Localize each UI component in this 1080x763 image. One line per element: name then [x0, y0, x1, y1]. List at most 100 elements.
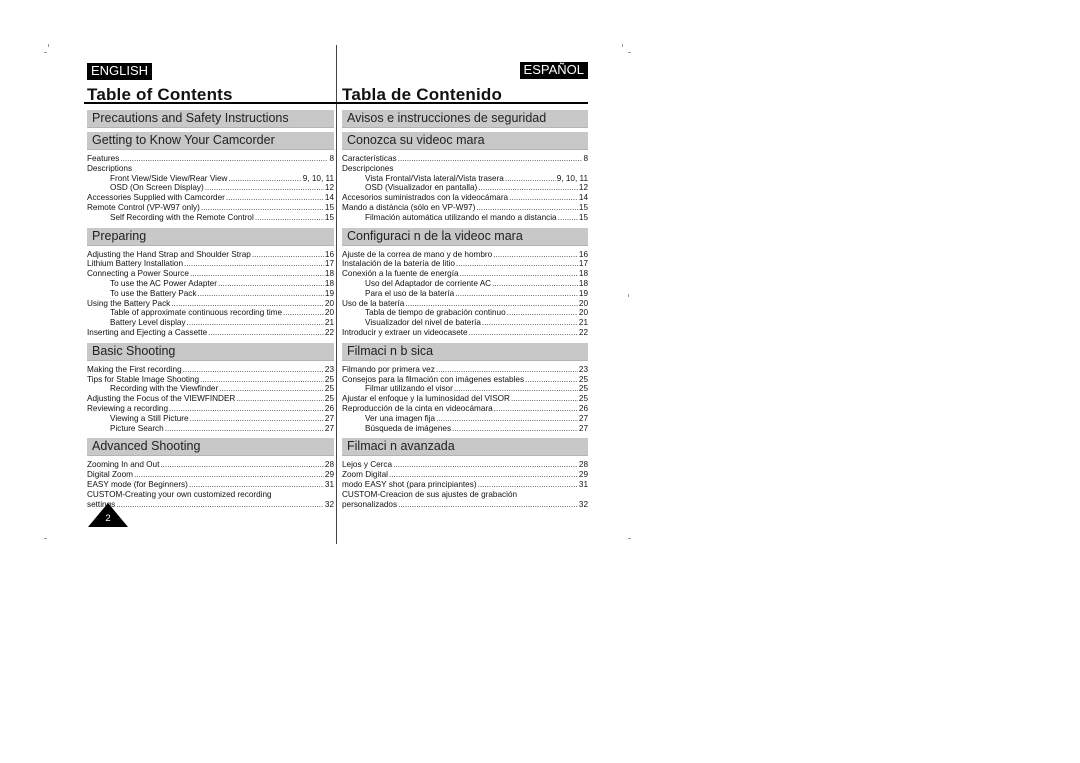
- dot-leader: [525, 375, 578, 385]
- column-divider: [336, 45, 337, 544]
- toc-entry[interactable]: CUSTOM-Creating your own customized reco…: [87, 490, 334, 500]
- toc-entry[interactable]: Uso de la batería 20: [342, 299, 588, 309]
- entry-page-number: 22: [578, 327, 588, 337]
- toc-entry[interactable]: Consejos para la filmación con imágenes …: [342, 375, 588, 385]
- section-heading[interactable]: Getting to Know Your Camcorder: [87, 132, 334, 150]
- toc-entry[interactable]: Ajustar el enfoque y la luminosidad del …: [342, 394, 588, 404]
- crop-mark: [628, 52, 631, 53]
- dot-leader: [190, 269, 324, 279]
- entry-label: Table of approximate continuous recordin…: [110, 308, 283, 318]
- toc-entry[interactable]: Using the Battery Pack 20: [87, 299, 334, 309]
- entry-page-number: 25: [324, 384, 334, 394]
- toc-entry[interactable]: personalizados 32: [342, 500, 588, 510]
- toc-entry[interactable]: Viewing a Still Picture 27: [87, 414, 334, 424]
- section-heading[interactable]: Avisos e instrucciones de seguridad: [342, 110, 588, 128]
- toc-entry[interactable]: Mando a distáncia (sólo en VP-W97) 15: [342, 203, 588, 213]
- dot-leader: [283, 308, 324, 318]
- section-entries: Making the First recording23Tips for Sta…: [87, 365, 334, 434]
- section-heading[interactable]: Preparing: [87, 227, 334, 246]
- toc-entry[interactable]: To use the AC Power Adapter 18: [87, 279, 334, 289]
- crop-mark: [628, 538, 631, 539]
- toc-entry[interactable]: Descriptions: [87, 164, 334, 174]
- entry-label: Connecting a Power Source: [87, 269, 189, 279]
- toc-entry[interactable]: Tips for Stable Image Shooting 25: [87, 375, 334, 385]
- page-number-badge: 2: [88, 503, 128, 527]
- toc-entry[interactable]: Picture Search 27: [87, 424, 334, 434]
- toc-entry[interactable]: Table of approximate continuous recordin…: [87, 308, 334, 318]
- toc-entry[interactable]: Reproducción de la cinta en videocámara 2…: [342, 404, 588, 414]
- toc-entry[interactable]: Instalación de la batería de litio 17: [342, 259, 588, 269]
- section-heading[interactable]: Conozca su videoc mara: [342, 132, 588, 150]
- dot-leader: [456, 259, 578, 269]
- toc-entry[interactable]: Making the First recording 23: [87, 365, 334, 375]
- section-heading[interactable]: Filmaci n avanzada: [342, 438, 588, 457]
- toc-entry[interactable]: Ajuste de la correa de mano y de hombro 1…: [342, 250, 588, 260]
- entry-page-number: 23: [324, 364, 334, 374]
- entry-page-number: 20: [578, 308, 588, 318]
- toc-entry[interactable]: OSD (On Screen Display) 12: [87, 183, 334, 193]
- entry-page-number: 20: [324, 308, 334, 318]
- toc-entry[interactable]: Conexión a la fuente de energía 18: [342, 269, 588, 279]
- toc-entry[interactable]: Filmar utilizando el visor 25: [342, 384, 588, 394]
- entry-page-number: 12: [578, 183, 588, 193]
- dot-leader: [197, 289, 323, 299]
- toc-entry[interactable]: EASY mode (for Beginners) 31: [87, 480, 334, 490]
- toc-entry[interactable]: Self Recording with the Remote Control 15: [87, 213, 334, 223]
- toc-entry[interactable]: Battery Level display 21: [87, 318, 334, 328]
- entry-page-number: 21: [578, 318, 588, 328]
- entry-page-number: 15: [578, 202, 588, 212]
- dot-leader: [218, 279, 324, 289]
- section-heading[interactable]: Precautions and Safety Instructions: [87, 110, 334, 128]
- toc-entry[interactable]: Descripciones: [342, 164, 588, 174]
- toc-entry[interactable]: Adjusting the Focus of the VIEWFINDER 25: [87, 394, 334, 404]
- toc-entry[interactable]: Vista Frontal/Vista lateral/Vista traser…: [342, 174, 588, 184]
- entry-label: Lithium Battery Installation: [87, 259, 184, 269]
- spanish-header: ESPAÑOL Tabla de Contenido: [342, 62, 588, 106]
- toc-entry[interactable]: Inserting and Ejecting a Cassette 22: [87, 328, 334, 338]
- toc-entry[interactable]: Lithium Battery Installation 17: [87, 259, 334, 269]
- dot-leader: [460, 269, 578, 279]
- toc-entry[interactable]: Accesorios suministrados con la videocám…: [342, 193, 588, 203]
- toc-entry[interactable]: Features 8: [87, 154, 334, 164]
- toc-entry[interactable]: Reviewing a recording 26: [87, 404, 334, 414]
- toc-entry[interactable]: Lejos y Cerca 28: [342, 460, 588, 470]
- toc-entry[interactable]: To use the Battery Pack 19: [87, 289, 334, 299]
- entry-label: Introducir y extraer un videocasete: [342, 327, 468, 337]
- section-entries: Características 8 DescripcionesVista Front…: [342, 154, 588, 223]
- section-heading[interactable]: Configuraci n de la videoc mara: [342, 227, 588, 246]
- toc-entry[interactable]: CUSTOM-Creacion de sus ajustes de grabac…: [342, 490, 588, 500]
- toc-entry[interactable]: Recording with the Viewfinder 25: [87, 384, 334, 394]
- toc-entry[interactable]: Adjusting the Hand Strap and Shoulder St…: [87, 250, 334, 260]
- section-heading[interactable]: Filmaci n b sica: [342, 342, 588, 361]
- toc-entry[interactable]: Características 8: [342, 154, 588, 164]
- toc-entry[interactable]: Zooming In and Out 28: [87, 460, 334, 470]
- entry-page-number: 16: [578, 249, 588, 259]
- toc-entry[interactable]: Introducir y extraer un videocasete 22: [342, 328, 588, 338]
- dot-leader: [505, 174, 556, 184]
- toc-entry[interactable]: modo EASY shot (para principiantes) 31: [342, 480, 588, 490]
- entry-page-number: 28: [578, 460, 588, 470]
- section-entries: Zooming In and Out28Digital Zoom29EASY m…: [87, 460, 334, 509]
- entry-page-number: 25: [578, 384, 588, 394]
- toc-entry[interactable]: Para el uso de la batería 19: [342, 289, 588, 299]
- section-heading[interactable]: Advanced Shooting: [87, 438, 334, 457]
- toc-entry[interactable]: Visualizador del nivel de batería 21: [342, 318, 588, 328]
- toc-entry[interactable]: Connecting a Power Source 18: [87, 269, 334, 279]
- entry-page-number: 31: [324, 479, 334, 489]
- toc-entry[interactable]: Uso del Adaptador de corriente AC 18: [342, 279, 588, 289]
- entry-label: Tabla de tiempo de grabación continuo: [365, 308, 506, 318]
- dot-leader: [219, 384, 324, 394]
- toc-entry[interactable]: Filmando por primera vez 23: [342, 365, 588, 375]
- section-heading[interactable]: Basic Shooting: [87, 342, 334, 361]
- dot-leader: [454, 384, 578, 394]
- toc-entry[interactable]: Filmación automática utilizando el mando…: [342, 213, 588, 223]
- toc-entry[interactable]: Accessories Supplied with Camcorder 14: [87, 193, 334, 203]
- toc-entry[interactable]: OSD (Visualizador en pantalla) 12: [342, 183, 588, 193]
- toc-entry[interactable]: Búsqueda de imágenes 27: [342, 424, 588, 434]
- toc-entry[interactable]: Zoom Digital 29: [342, 470, 588, 480]
- toc-entry[interactable]: Remote Control (VP-W97 only) 15: [87, 203, 334, 213]
- toc-entry[interactable]: Digital Zoom 29: [87, 470, 334, 480]
- toc-entry[interactable]: Ver una imagen fija 27: [342, 414, 588, 424]
- toc-entry[interactable]: Tabla de tiempo de grabación continuo 20: [342, 308, 588, 318]
- toc-entry[interactable]: Front View/Side View/Rear View 9, 10, 11: [87, 174, 334, 184]
